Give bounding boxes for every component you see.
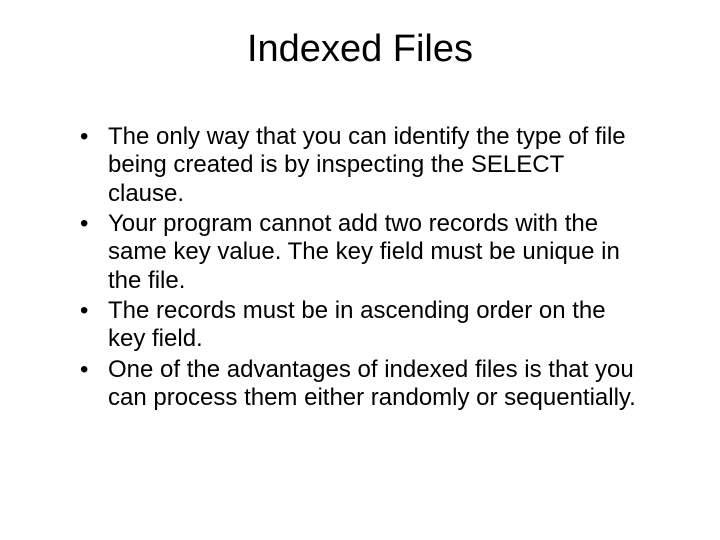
- list-item: One of the advantages of indexed files i…: [80, 356, 640, 413]
- list-item: Your program cannot add two records with…: [80, 210, 640, 295]
- slide: Indexed Files The only way that you can …: [0, 0, 720, 540]
- bullet-list: The only way that you can identify the t…: [60, 123, 660, 412]
- list-item: The records must be in ascending order o…: [80, 297, 640, 354]
- slide-title: Indexed Files: [60, 28, 660, 71]
- list-item: The only way that you can identify the t…: [80, 123, 640, 208]
